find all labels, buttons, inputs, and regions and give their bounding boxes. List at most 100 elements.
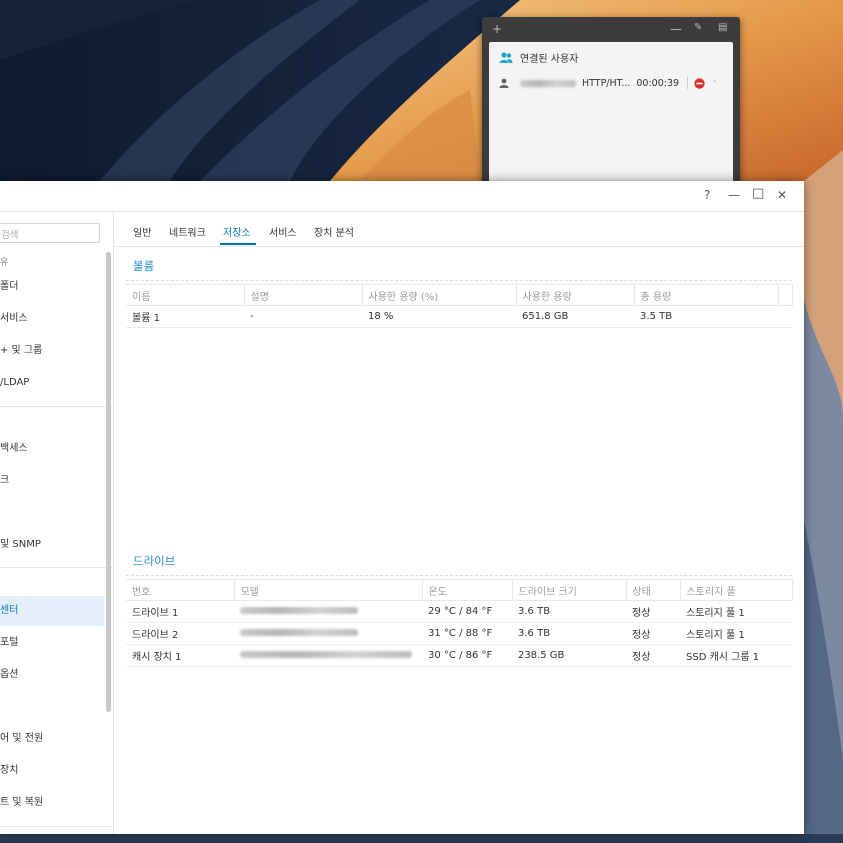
disconnect-icon[interactable]	[694, 77, 705, 89]
drive-size: 3.6 TB	[512, 600, 626, 623]
sidebar-item-label: 옵션	[0, 669, 19, 680]
drive-status: 정상	[626, 600, 680, 623]
connected-users-widget: + — ✎ ▤ 연결된 사용자 HTTP/HT... 00:00:39 ⌃	[482, 17, 740, 185]
sidebar-item-regional-options[interactable]: 옵션	[0, 660, 104, 690]
volume-section-title: 볼륨	[133, 259, 155, 273]
add-widget-icon[interactable]: +	[492, 22, 502, 36]
minimize-button[interactable]: —	[728, 188, 740, 202]
sidebar-item-shared-folder[interactable]: 폴더	[0, 272, 104, 302]
drive-number: 캐시 장치 1	[126, 644, 234, 667]
help-button[interactable]: ?	[704, 188, 710, 202]
drive-storage-pool: 스토리지 풀 1	[680, 622, 792, 645]
drives-section-title: 드라이브	[133, 554, 176, 568]
section-divider	[126, 575, 792, 576]
section-divider	[126, 280, 792, 281]
widget-body: 연결된 사용자 HTTP/HT... 00:00:39 ⌃	[489, 42, 733, 185]
drive-size: 3.6 TB	[512, 622, 626, 645]
users-icon	[499, 51, 513, 63]
connection-duration: 00:00:39	[636, 77, 680, 89]
sidebar-item-info-center[interactable]: 센터	[0, 596, 104, 626]
drive-status: 정상	[626, 622, 680, 645]
sidebar-item-label: 폴더	[0, 281, 19, 292]
drive-temperature: 29 °C / 84 °F	[422, 600, 512, 623]
drive-number: 드라이브 2	[126, 622, 234, 645]
drive-storage-pool: SSD 캐시 그룹 1	[680, 644, 792, 667]
close-button[interactable]: ✕	[777, 188, 787, 202]
column-header[interactable]: 드라이브 크기	[512, 579, 627, 601]
volume-total-size: 3.5 TB	[634, 305, 778, 328]
drive-model-redacted	[234, 600, 422, 623]
maximize-button[interactable]: □	[752, 186, 764, 201]
drive-model-redacted	[234, 644, 422, 667]
volume-used-percent: 18 %	[362, 305, 516, 328]
column-header[interactable]: 이름	[126, 284, 245, 306]
volume-table-header: 이름 설명 사용한 용량 (%) 사용한 용량 총 용량	[126, 284, 793, 306]
connected-user-row[interactable]: HTTP/HT... 00:00:39 ⌃	[499, 75, 727, 91]
sidebar-item-label: 및 SNMP	[0, 539, 41, 550]
sidebar-item-file-services[interactable]: 서비스	[0, 304, 104, 334]
tab-general[interactable]: 일반	[133, 224, 151, 239]
drive-model-redacted	[234, 622, 422, 645]
column-header-spacer	[778, 284, 793, 306]
sidebar-item-label: 포털	[0, 637, 19, 648]
sidebar-item-network[interactable]: 크	[0, 466, 104, 496]
drives-table-header: 번호 모델 온도 드라이브 크기 상태 스토리지 풀	[126, 579, 793, 601]
sidebar-item-label: 장치	[0, 765, 19, 776]
volume-used-size: 651.8 GB	[516, 305, 634, 328]
sidebar-item-label: 서비스	[0, 313, 28, 324]
sidebar-item-user-group[interactable]: + 및 그룹	[0, 336, 104, 366]
table-row[interactable]: 캐시 장치 1 30 °C / 86 °F 238.5 GB 정상 SSD 캐시…	[126, 644, 792, 667]
sidebar-item-hardware-power[interactable]: 어 및 전원	[0, 724, 104, 754]
search-input[interactable]: 검색	[0, 223, 100, 243]
drive-number: 드라이브 1	[126, 600, 234, 623]
pin-icon[interactable]: ✎	[694, 22, 702, 33]
sidebar-item-label: 백세스	[0, 443, 28, 454]
drive-temperature: 30 °C / 86 °F	[422, 644, 512, 667]
widget-minimize-icon[interactable]: —	[670, 22, 682, 36]
column-header[interactable]: 사용한 용량 (%)	[362, 284, 517, 306]
sidebar-item-domain-ldap[interactable]: /LDAP	[0, 368, 104, 398]
drive-size: 238.5 GB	[512, 644, 626, 667]
tab-network[interactable]: 네트워크	[169, 224, 206, 239]
widget-menu-icon[interactable]: ▤	[718, 22, 727, 33]
content-pane: 일반 네트워크 저장소 서비스 장치 분석 볼륨 이름 설명 사용한 용량 (%…	[114, 212, 804, 834]
widget-title-label: 연결된 사용자	[520, 54, 579, 65]
tab-storage[interactable]: 저장소	[223, 224, 251, 239]
column-header[interactable]: 온도	[422, 579, 513, 601]
column-header[interactable]: 번호	[126, 579, 235, 601]
column-header[interactable]: 모델	[234, 579, 423, 601]
sidebar-item-label: 센터	[0, 605, 19, 616]
drive-temperature: 31 °C / 88 °F	[422, 622, 512, 645]
sidebar-item-label: 어 및 전원	[0, 733, 44, 744]
sidebar-item-login-portal[interactable]: 포털	[0, 628, 104, 658]
column-header[interactable]: 스토리지 풀	[680, 579, 793, 601]
sidebar-item-terminal-snmp[interactable]: 및 SNMP	[0, 530, 104, 560]
sidebar-divider	[0, 567, 113, 568]
volume-description: -	[244, 305, 362, 328]
sidebar-item-external-access[interactable]: 백세스	[0, 434, 104, 464]
sidebar-category-label: 유	[0, 258, 9, 268]
username-redacted	[520, 79, 576, 87]
expand-arrow-icon[interactable]: ⌃	[711, 79, 718, 88]
volume-table: 이름 설명 사용한 용량 (%) 사용한 용량 총 용량 볼륨 1 - 18 %…	[126, 284, 793, 328]
sidebar-item-external-devices[interactable]: 장치	[0, 756, 104, 786]
table-row[interactable]: 볼륨 1 - 18 % 651.8 GB 3.5 TB	[126, 305, 792, 328]
widget-toolbar: + — ✎ ▤	[482, 17, 740, 43]
sidebar-item-label: /LDAP	[0, 377, 30, 388]
sidebar-item-update-restore[interactable]: 트 및 복원	[0, 788, 104, 818]
tab-bar: 일반 네트워크 저장소 서비스 장치 분석	[114, 212, 804, 247]
tab-device-analysis[interactable]: 장치 분석	[314, 224, 354, 239]
table-row[interactable]: 드라이브 2 31 °C / 88 °F 3.6 TB 정상 스토리지 풀 1	[126, 622, 792, 645]
sidebar-item-label: + 및 그룹	[0, 345, 43, 356]
column-header[interactable]: 총 용량	[634, 284, 779, 306]
sidebar-divider	[0, 826, 113, 827]
table-row[interactable]: 드라이브 1 29 °C / 84 °F 3.6 TB 정상 스토리지 풀 1	[126, 600, 792, 623]
column-header[interactable]: 설명	[244, 284, 363, 306]
drive-storage-pool: 스토리지 풀 1	[680, 600, 792, 623]
tab-services[interactable]: 서비스	[269, 224, 297, 239]
sidebar-scrollbar[interactable]	[106, 252, 111, 712]
column-header[interactable]: 사용한 용량	[516, 284, 635, 306]
info-center-window: ? — □ ✕ 검색 유 폴더 서비스 + 및 그룹 /LDAP 백세스 크 및…	[0, 181, 804, 834]
column-header[interactable]: 상태	[626, 579, 681, 601]
active-tab-indicator	[220, 243, 256, 245]
